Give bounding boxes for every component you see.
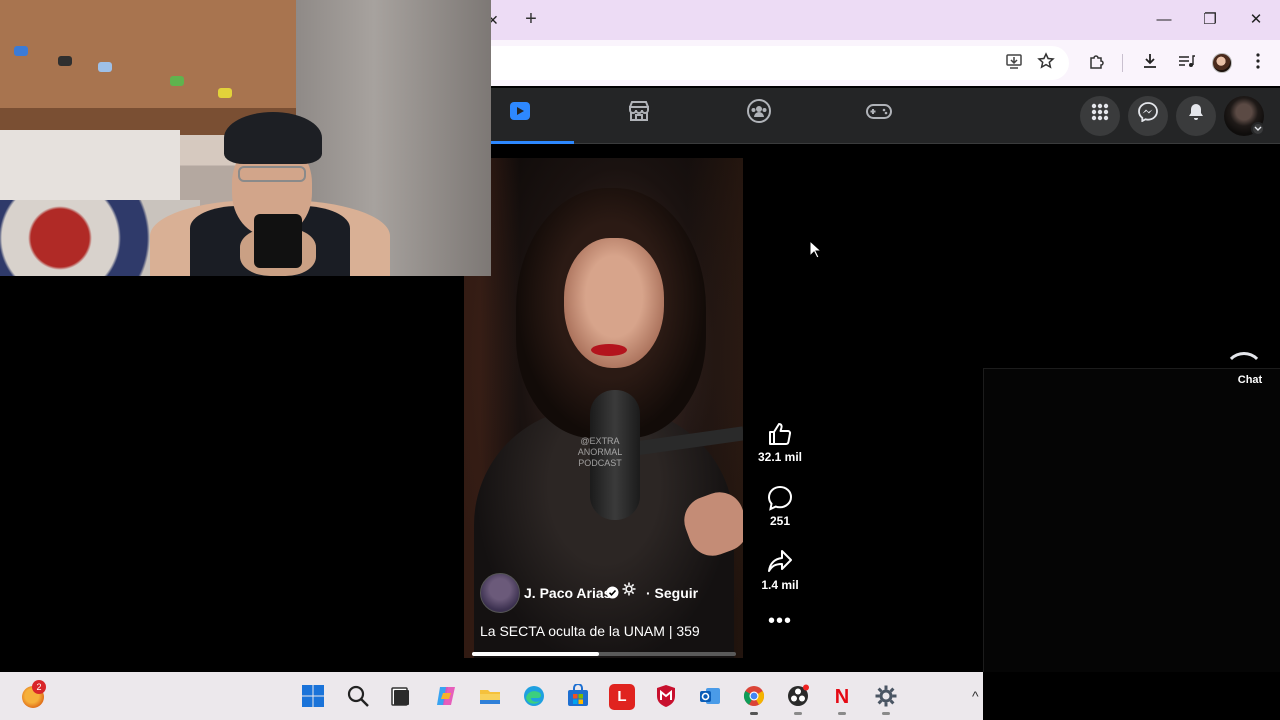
reel-author-avatar[interactable]	[480, 573, 520, 613]
webcam-sticker	[58, 56, 72, 66]
reel-author-name[interactable]: J. Paco Arias	[524, 584, 611, 602]
obs-running-indicator	[794, 712, 802, 715]
marketplace-icon[interactable]	[621, 98, 657, 134]
obs-icon[interactable]	[785, 684, 811, 710]
extensions-icon[interactable]	[1086, 52, 1108, 74]
browser-menu-icon[interactable]	[1247, 52, 1269, 74]
address-bar[interactable]	[491, 46, 1069, 80]
like-icon[interactable]	[766, 420, 794, 448]
edge-icon[interactable]	[521, 684, 547, 710]
browser-profile-avatar[interactable]	[1212, 53, 1232, 73]
video-watermark: @EXTRA ANORMAL PODCAST	[577, 436, 623, 468]
settings-gear-icon[interactable]	[873, 684, 899, 710]
downloads-icon[interactable]	[1139, 52, 1161, 74]
comment-icon[interactable]	[766, 484, 794, 512]
gaming-icon[interactable]	[861, 98, 897, 134]
chrome-running-indicator	[750, 712, 758, 715]
file-explorer-icon[interactable]	[477, 684, 503, 710]
groups-icon[interactable]	[741, 98, 777, 134]
microsoft-store-icon[interactable]	[565, 683, 591, 710]
bookmark-star-icon[interactable]	[1035, 52, 1057, 74]
reel-caption[interactable]: La SECTA oculta de la UNAM | 359	[480, 622, 700, 640]
restore-button[interactable]: ❐	[1187, 6, 1233, 34]
share-icon[interactable]	[766, 547, 794, 575]
chevron-down-icon[interactable]	[1251, 122, 1265, 136]
share-count: 1.4 mil	[761, 578, 799, 592]
settings-running-indicator	[882, 712, 890, 715]
more-options-button[interactable]: •••	[766, 611, 794, 634]
media-controls-icon[interactable]	[1175, 52, 1197, 74]
toolbar-separator	[1122, 54, 1123, 72]
video-figure-lips	[591, 344, 627, 356]
notification-badge: 2	[32, 680, 46, 694]
mouse-cursor-icon	[809, 239, 823, 260]
outlook-icon[interactable]	[697, 684, 723, 710]
verified-badge-icon	[606, 586, 619, 599]
webcam-sticker	[14, 46, 28, 56]
comment-count: 251	[769, 514, 791, 528]
search-icon[interactable]	[345, 684, 371, 710]
chat-panel[interactable]	[983, 368, 1280, 672]
netflix-running-indicator	[838, 712, 846, 715]
gear-icon	[622, 582, 636, 596]
menu-grid-icon[interactable]	[1080, 96, 1120, 136]
new-tab-button[interactable]: +	[521, 8, 541, 30]
webcam-person	[150, 110, 390, 276]
messenger-icon[interactable]	[1128, 96, 1168, 136]
netflix-icon[interactable]: N	[829, 684, 855, 710]
close-window-button[interactable]: ✕	[1233, 6, 1279, 34]
notifications-bell-icon[interactable]	[1176, 96, 1216, 136]
webcam-sticker	[98, 62, 112, 72]
follow-button[interactable]: · Seguir	[646, 584, 698, 602]
file-icon[interactable]	[387, 684, 413, 710]
person-cap	[224, 112, 322, 164]
chrome-icon[interactable]	[741, 684, 767, 710]
mcafee-icon[interactable]	[653, 684, 679, 710]
copilot-icon[interactable]	[433, 684, 459, 710]
windows-start-icon[interactable]	[300, 684, 326, 710]
video-icon[interactable]	[502, 98, 538, 134]
lumion-icon[interactable]: L	[609, 684, 635, 710]
webcam-sticker	[218, 88, 232, 98]
video-progress-fill	[472, 652, 599, 656]
video-progress-bar[interactable]	[472, 652, 736, 656]
webcam-overlay	[0, 0, 491, 276]
minimize-button[interactable]: —	[1141, 6, 1187, 34]
install-app-icon[interactable]	[1003, 52, 1025, 74]
chat-label[interactable]: Chat	[1228, 373, 1272, 387]
screen: ✕ + — ❐ ✕ @EXTRA ANORMAL PODCAST J. Paco…	[0, 0, 1280, 720]
webcam-sticker	[170, 76, 184, 86]
like-count: 32.1 mil	[757, 450, 803, 464]
person-phone	[254, 214, 302, 268]
person-glasses	[238, 166, 306, 182]
system-tray-overflow-button[interactable]: ^	[972, 686, 986, 706]
active-tab-indicator	[491, 141, 574, 144]
